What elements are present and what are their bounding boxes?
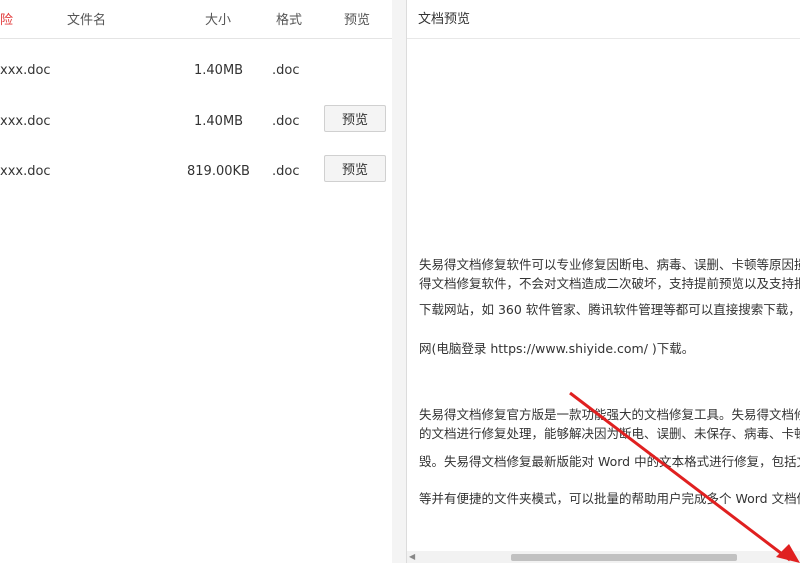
file-list-panel: 险 文件名 大小 格式 预览 xxx.doc 1.40MB .doc xxx.d… [0, 0, 392, 563]
file-format: .doc [272, 63, 300, 78]
file-size: 1.40MB [194, 63, 244, 78]
preview-button[interactable]: 预览 [324, 155, 386, 182]
preview-header: 文档预览 [407, 0, 800, 39]
file-format: .doc [272, 114, 300, 129]
file-size: 819.00KB [187, 164, 250, 179]
doc-line: 下载网站，如 360 软件管家、腾讯软件管理等都可以直接搜索下载， [419, 302, 800, 317]
preview-column-header: 预览 [344, 13, 371, 28]
file-size: 1.40MB [194, 114, 244, 129]
doc-line: 网(电脑登录 https://www.shiyide.com/ )下载。 [419, 341, 695, 356]
file-name: xxx.doc [0, 164, 51, 179]
doc-line: 失易得文档修复官方版是一款功能强大的文档修复工具。失易得文档修 [419, 407, 800, 422]
panel-splitter[interactable] [392, 0, 406, 563]
doc-line: 得文档修复软件，不会对文档造成二次破坏，支持提前预览以及支持批 [419, 276, 800, 291]
document-preview-panel: 文档预览 失易得文档修复软件可以专业修复因断电、病毒、误删、卡顿等原因损 得文档… [407, 0, 800, 563]
table-row[interactable]: xxx.doc 819.00KB .doc 预览 [0, 147, 392, 197]
preview-title: 文档预览 [418, 12, 471, 27]
doc-line: 的文档进行修复处理，能够解决因为断电、误删、未保存、病毒、卡顿 [419, 426, 800, 441]
doc-line: 等并有便捷的文件夹模式，可以批量的帮助用户完成多个 Word 文档修 [419, 491, 800, 506]
delete-column-header[interactable]: 险 [0, 9, 13, 28]
name-column-header: 文件名 [67, 13, 107, 28]
file-name: xxx.doc [0, 114, 51, 129]
preview-button[interactable]: 预览 [324, 105, 386, 132]
size-column-header: 大小 [205, 13, 232, 28]
table-row[interactable]: xxx.doc 1.40MB .doc 预览 [0, 97, 392, 147]
table-row[interactable]: xxx.doc 1.40MB .doc [0, 46, 392, 96]
file-format: .doc [272, 164, 300, 179]
horizontal-scrollbar[interactable]: ◀ [407, 551, 800, 563]
file-table-header: 险 文件名 大小 格式 预览 [0, 0, 392, 39]
file-name: xxx.doc [0, 63, 51, 78]
doc-line: 毁。失易得文档修复最新版能对 Word 中的文本格式进行修复，包括文 [419, 454, 800, 469]
scroll-left-arrow-icon[interactable]: ◀ [409, 552, 415, 561]
format-column-header: 格式 [276, 13, 303, 28]
scrollbar-thumb[interactable] [511, 554, 737, 561]
doc-line: 失易得文档修复软件可以专业修复因断电、病毒、误删、卡顿等原因损 [419, 257, 800, 272]
